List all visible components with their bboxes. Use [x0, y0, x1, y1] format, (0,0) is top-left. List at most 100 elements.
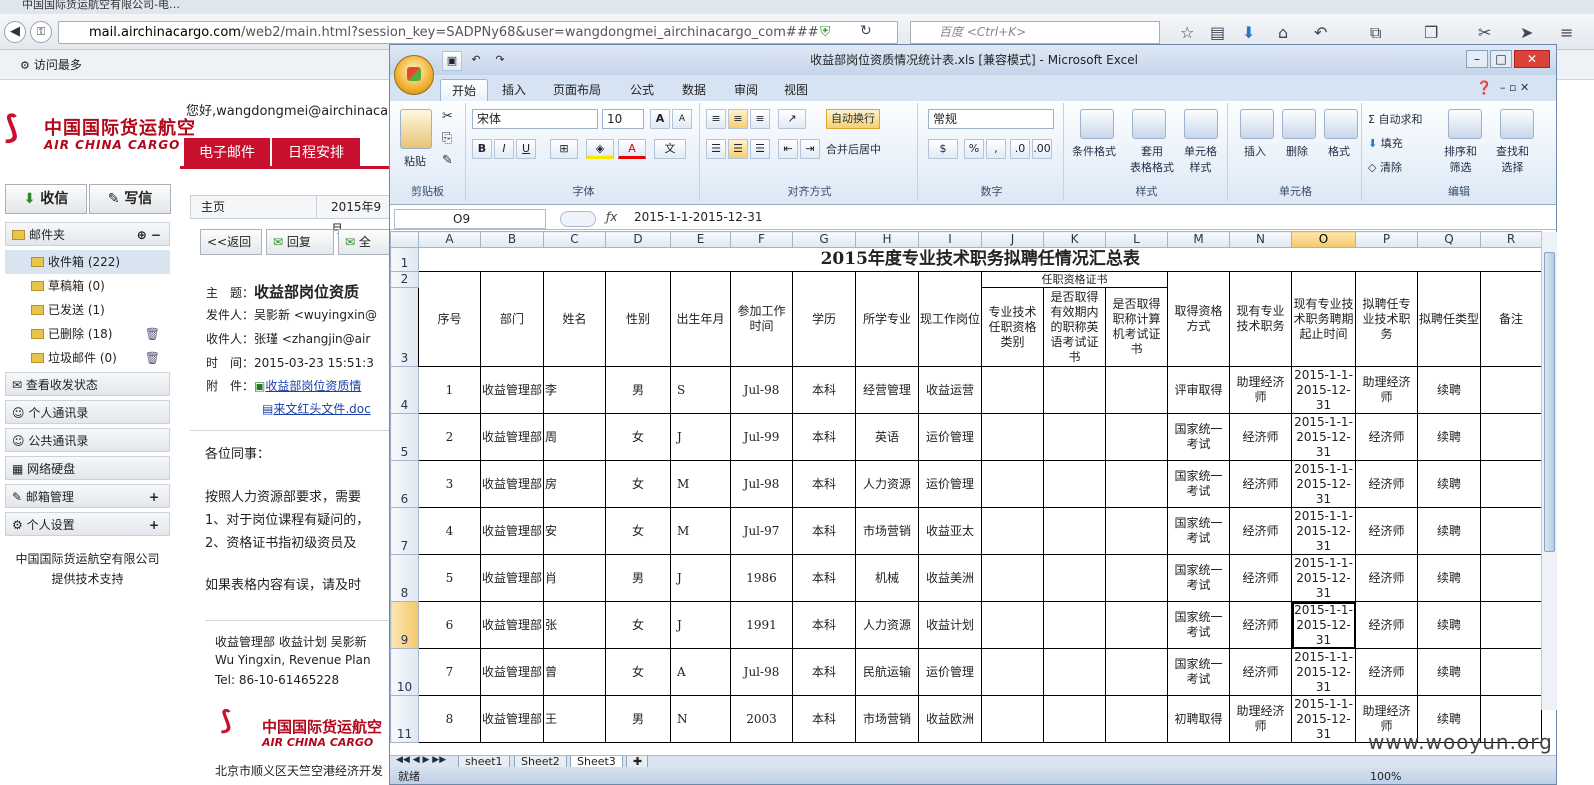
spreadsheet-grid[interactable]: A B C D E F G H I J K L M N O P Q R 1 2015年度专业技术职务拟聘任情况汇总表 2… — [390, 231, 1556, 755]
increase-indent-icon[interactable]: ⇥ — [800, 139, 820, 159]
table-cell[interactable] — [981, 554, 1044, 602]
column-header[interactable]: I — [918, 231, 982, 248]
table-cell[interactable] — [1480, 554, 1542, 602]
sidebar-item-junk[interactable]: 垃圾邮件 (0) 🗑 — [5, 346, 170, 370]
table-cell[interactable]: 房 — [543, 460, 606, 508]
table-cell[interactable]: 2015-1-1-2015-12-31 — [1291, 554, 1356, 602]
format-cells-icon[interactable] — [1324, 109, 1358, 139]
table-cell[interactable]: 1986 — [730, 554, 793, 602]
row-header[interactable]: 4 — [390, 366, 419, 414]
bookmark-most-visited[interactable]: 访问最多 — [34, 58, 82, 72]
arrow-icon[interactable]: ➤ — [1520, 23, 1533, 42]
paste-button[interactable]: 粘贴 — [404, 153, 426, 169]
table-cell[interactable]: 收益管理部 — [480, 460, 544, 508]
office-button[interactable] — [394, 55, 434, 95]
column-header[interactable]: N — [1229, 231, 1292, 248]
row-header[interactable]: 7 — [390, 507, 419, 555]
increase-decimal-icon[interactable]: .0 — [1010, 139, 1030, 159]
trash-icon[interactable]: 🗑 — [145, 346, 160, 370]
trash-icon[interactable]: 🗑 — [145, 322, 160, 346]
table-cell[interactable]: Jul-98 — [730, 460, 793, 508]
table-cell[interactable]: 4 — [418, 507, 481, 555]
star-icon[interactable]: ☆ — [1180, 23, 1194, 42]
table-cell[interactable]: 收益计划 — [918, 601, 982, 649]
table-cell[interactable]: 经济师 — [1355, 648, 1418, 696]
column-header[interactable]: K — [1043, 231, 1106, 248]
save-icon[interactable]: ▣ — [442, 51, 462, 71]
find-select-button[interactable]: 查找和 选择 — [1496, 143, 1529, 175]
table-cell[interactable]: 英语 — [855, 413, 919, 461]
fx-icon[interactable]: ƒx — [606, 210, 617, 224]
merge-center-button[interactable]: 合并后居中 — [826, 141, 881, 157]
fill-color-icon[interactable]: ◈ — [586, 139, 614, 159]
row-header[interactable]: 1 — [390, 247, 419, 272]
table-cell[interactable]: 肖 — [543, 554, 606, 602]
key-icon[interactable]: ⚿ — [30, 21, 52, 43]
home-icon[interactable]: ⌂ — [1278, 23, 1288, 42]
font-size-combo[interactable]: 10 — [602, 109, 644, 129]
table-cell[interactable] — [1105, 648, 1168, 696]
sheet-title-cell[interactable]: 2015年度专业技术职务拟聘任情况汇总表 — [418, 247, 1542, 272]
tab-home[interactable]: 主页 — [191, 196, 317, 218]
insert-cells-button[interactable]: 插入 — [1244, 143, 1266, 159]
table-cell[interactable] — [1043, 413, 1106, 461]
attachment-link-1[interactable]: 收益部岗位资质情 — [265, 379, 361, 393]
currency-icon[interactable]: $ — [928, 139, 958, 159]
column-header[interactable]: H — [855, 231, 919, 248]
url-bar[interactable]: mail.airchinacargo.com/web2/main.html?se… — [58, 21, 898, 44]
row-header[interactable]: 6 — [390, 460, 419, 508]
back-button[interactable]: <<返回 — [200, 229, 262, 255]
table-cell[interactable]: 本科 — [792, 601, 856, 649]
table-cell[interactable]: 运价管理 — [918, 648, 982, 696]
orientation-icon[interactable]: ↗ — [778, 109, 806, 129]
header-cell[interactable]: 是否取得职称计算机考试证书 — [1105, 287, 1168, 367]
column-header[interactable]: E — [670, 231, 731, 248]
table-cell[interactable]: 续聘 — [1417, 648, 1481, 696]
header-cell[interactable]: 专业技术任职资格类别 — [981, 287, 1044, 367]
column-header[interactable]: O — [1291, 231, 1356, 248]
table-cell[interactable]: N — [670, 695, 731, 743]
column-header[interactable]: L — [1105, 231, 1168, 248]
column-header[interactable]: C — [543, 231, 606, 248]
table-cell[interactable] — [1043, 366, 1106, 414]
align-top-icon[interactable]: ≡ — [706, 109, 726, 129]
table-cell[interactable]: M — [670, 460, 731, 508]
sidebar-item-sent[interactable]: 已发送 (1) — [5, 298, 170, 322]
table-cell[interactable]: 2015-1-1-2015-12-31 — [1291, 601, 1356, 649]
fill-button[interactable]: ⬇ 填充 — [1368, 135, 1403, 151]
table-cell[interactable]: 女 — [605, 601, 671, 649]
delete-cells-icon[interactable] — [1282, 109, 1316, 139]
table-cell[interactable]: 收益管理部 — [480, 554, 544, 602]
table-cell[interactable]: J — [670, 601, 731, 649]
reply-all-button[interactable]: ✉ 全 — [338, 229, 390, 255]
table-cell[interactable]: 国家统一考试 — [1167, 460, 1230, 508]
underline-icon[interactable]: U — [516, 139, 536, 159]
format-cells-button[interactable]: 格式 — [1328, 143, 1350, 159]
table-format-button[interactable]: 套用 表格格式 — [1130, 143, 1174, 175]
table-cell[interactable]: 安 — [543, 507, 606, 555]
tab-date[interactable]: 2015年9月 — [321, 196, 391, 236]
table-cell[interactable] — [981, 413, 1044, 461]
font-color-icon[interactable]: A — [618, 139, 646, 159]
row-header[interactable]: 10 — [390, 648, 419, 696]
table-cell[interactable]: 经济师 — [1355, 460, 1418, 508]
row-header[interactable]: 5 — [390, 413, 419, 461]
table-cell[interactable]: 收益管理部 — [480, 648, 544, 696]
table-cell[interactable] — [1480, 366, 1542, 414]
italic-icon[interactable]: I — [494, 139, 514, 159]
table-cell[interactable]: 收益亚太 — [918, 507, 982, 555]
table-cell[interactable] — [1043, 554, 1106, 602]
column-header[interactable]: F — [730, 231, 793, 248]
collapse-icon[interactable]: ⊕ − — [137, 223, 161, 247]
table-cell[interactable]: J — [670, 413, 731, 461]
table-cell[interactable]: 2015-1-1-2015-12-31 — [1291, 366, 1356, 414]
table-cell[interactable] — [1043, 507, 1106, 555]
sidebar-folders-header[interactable]: 邮件夹 ⊕ − — [5, 222, 170, 246]
table-cell[interactable]: 助理经济师 — [1229, 695, 1292, 743]
table-cell[interactable]: 8 — [418, 695, 481, 743]
table-cell[interactable] — [1043, 648, 1106, 696]
table-cell[interactable]: 经济师 — [1229, 413, 1292, 461]
phonetic-icon[interactable]: 文 — [654, 139, 686, 159]
table-cell[interactable]: 经济师 — [1229, 554, 1292, 602]
reply-button[interactable]: ✉ 回复 — [266, 229, 334, 255]
